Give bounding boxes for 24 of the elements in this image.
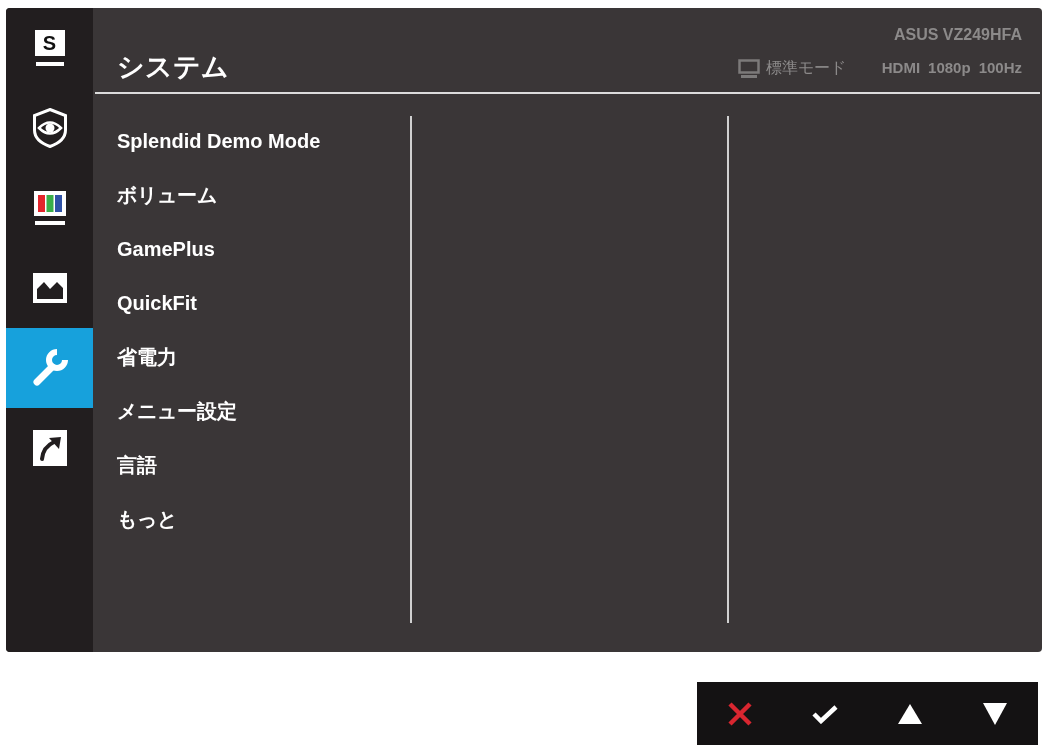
picture-mode-label: 標準モード xyxy=(765,58,846,78)
menu-item[interactable]: QuickFit xyxy=(93,276,410,330)
menu-item[interactable]: メニュー設定 xyxy=(93,384,410,438)
menu-item[interactable]: 言語 xyxy=(93,438,410,492)
check-icon xyxy=(811,703,838,724)
sidebar-tab[interactable]: S xyxy=(6,8,93,88)
eye-shield-icon xyxy=(31,108,68,148)
up-triangle-icon xyxy=(898,703,923,724)
mountain-picture-icon xyxy=(32,273,67,303)
menu-item[interactable]: もっと xyxy=(93,492,410,546)
close-icon xyxy=(727,701,752,726)
arrow-tile-icon xyxy=(32,430,67,466)
menu-item[interactable]: GamePlus xyxy=(93,222,410,276)
menu-item[interactable]: Splendid Demo Mode xyxy=(93,114,410,168)
resolution-label: 1080p xyxy=(928,58,971,78)
menu-title: システム xyxy=(117,52,229,82)
menu-item[interactable]: 省電力 xyxy=(93,330,410,384)
monitor-icon xyxy=(737,58,760,78)
color-bars-icon xyxy=(33,191,66,225)
menu-item[interactable]: ボリューム xyxy=(93,168,410,222)
monitor-model-label: ASUS VZ249HFA xyxy=(893,25,1022,45)
input-source-label: HDMI xyxy=(881,58,921,78)
refresh-rate-label: 100Hz xyxy=(978,58,1022,78)
down-triangle-icon xyxy=(983,702,1008,725)
